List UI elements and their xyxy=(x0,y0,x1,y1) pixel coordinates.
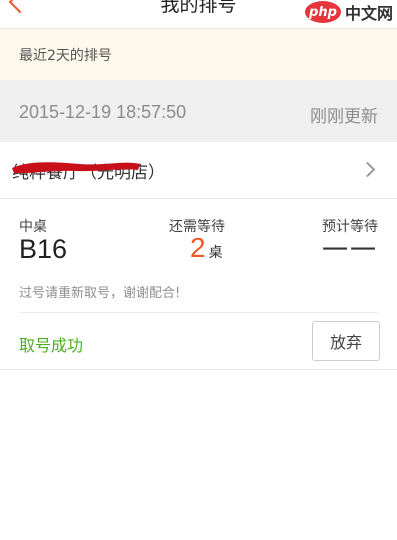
refresh-status: 刚刚更新 xyxy=(310,107,378,127)
wait-count: 2 xyxy=(190,232,206,263)
redaction-scribble xyxy=(12,162,140,174)
wait-unit: 桌 xyxy=(208,245,223,261)
chevron-right-icon xyxy=(359,161,376,178)
wait-value: 2 桌 xyxy=(190,232,223,264)
divider xyxy=(0,369,397,370)
queue-date-row: 2015-12-19 18:57:50 刚刚更新 xyxy=(0,80,397,142)
overdue-notice: 过号请重新取号，谢谢配合! xyxy=(19,286,181,301)
queue-info: 中桌 还需等待 预计等待 B16 2 桌 一一 过号请重新取号，谢谢配合! xyxy=(0,206,397,312)
watermark: php 中文网 xyxy=(304,0,393,24)
recent-label: 最近2天的排号 xyxy=(19,48,112,64)
restaurant-link[interactable]: 纯粹餐厅（光明店） xyxy=(0,142,397,199)
give-up-button[interactable]: 放弃 xyxy=(312,321,380,361)
php-logo: php xyxy=(304,1,341,23)
estimate-value: 一一 xyxy=(321,236,378,266)
table-type-label: 中桌 xyxy=(19,219,47,235)
queue-datetime: 2015-12-19 18:57:50 xyxy=(19,102,187,122)
table-number: B16 xyxy=(19,234,68,264)
recent-section-header: 最近2天的排号 xyxy=(0,28,397,81)
queue-status: 取号成功 xyxy=(19,336,84,355)
watermark-text: 中文网 xyxy=(344,4,393,23)
top-nav-bar: 我的排号 php 中文网 xyxy=(0,0,397,28)
status-row: 取号成功 放弃 xyxy=(0,313,397,369)
